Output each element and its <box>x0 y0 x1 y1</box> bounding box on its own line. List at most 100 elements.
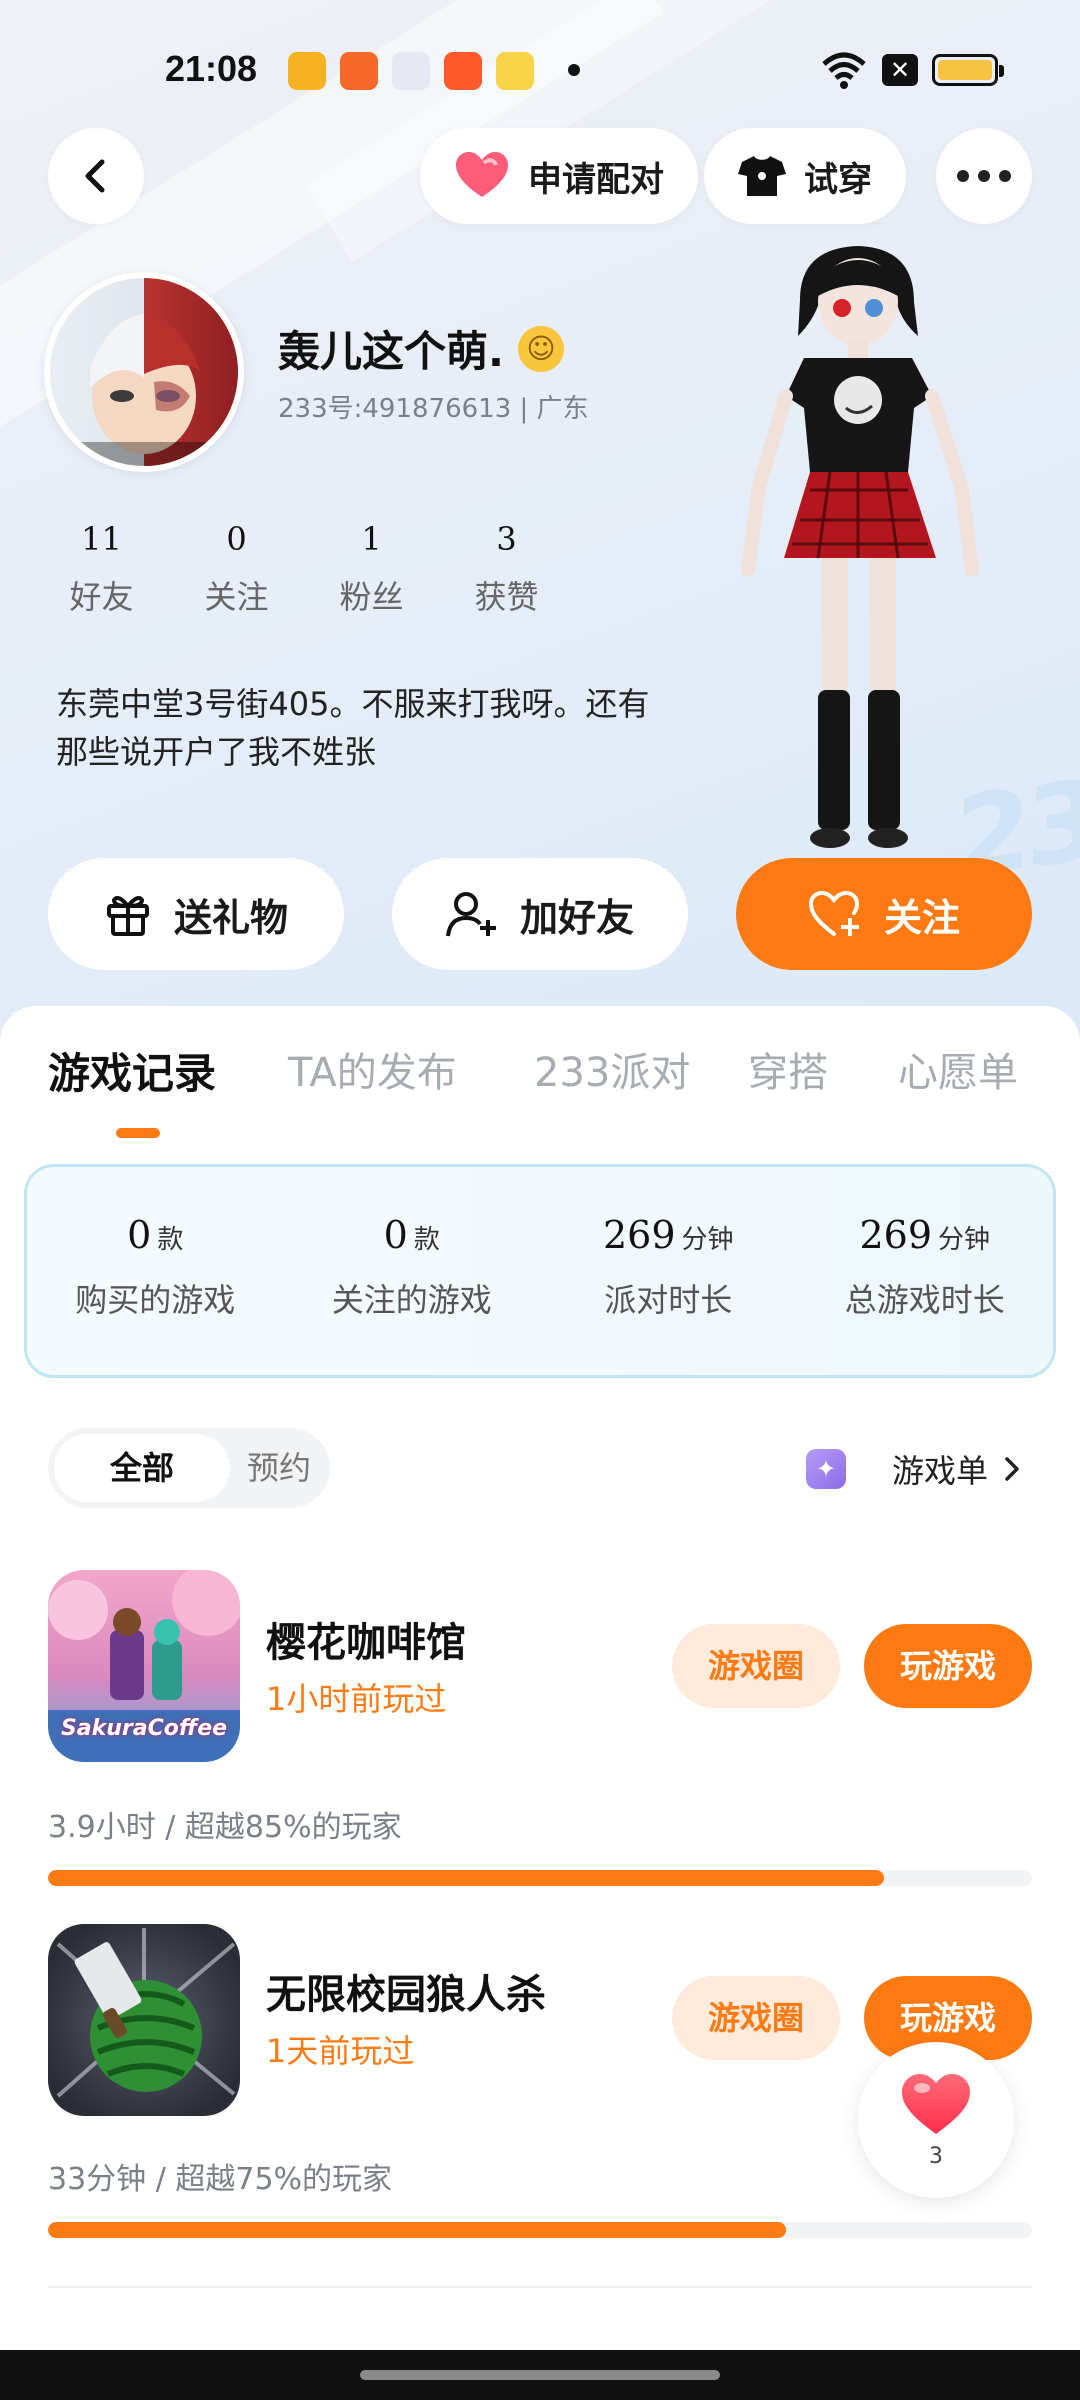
summary-followed-games[interactable]: 0款 关注的游戏 <box>284 1167 541 1375</box>
stat-number: 11 <box>81 520 122 558</box>
game-last-played: 1小时前玩过 <box>266 1680 447 1718</box>
add-friend-button[interactable]: 加好友 <box>392 858 688 970</box>
avatar-portrait <box>70 314 218 466</box>
add-user-icon <box>445 890 498 938</box>
follow-button[interactable]: 关注 <box>736 858 1032 970</box>
stat-friends[interactable]: 11 好友 <box>34 520 169 618</box>
tshirt-icon <box>738 154 786 198</box>
gift-icon <box>104 890 152 938</box>
filter-reserved[interactable]: 预约 <box>234 1434 324 1502</box>
game-progress-bar <box>48 1870 1032 1886</box>
play-game-button[interactable]: 玩游戏 <box>864 1624 1032 1708</box>
username-text: 轰儿这个萌. <box>278 327 504 376</box>
stat-fans[interactable]: 1 粉丝 <box>304 520 439 618</box>
stat-label: 好友 <box>69 578 134 616</box>
summary-total-playtime[interactable]: 269 分钟 总游戏时长 <box>797 1167 1054 1375</box>
wifi-icon <box>820 50 868 94</box>
stat-number: 0 <box>226 520 247 558</box>
stat-label: 获赞 <box>474 578 539 616</box>
user-avatar[interactable] <box>44 272 244 472</box>
tab-outfits[interactable]: 穿搭 <box>748 1040 828 1098</box>
game-name[interactable]: 樱花咖啡馆 <box>266 1610 466 1668</box>
game-playtime-stat: 33分钟 / 超越75%的玩家 <box>48 2162 393 2197</box>
stat-following[interactable]: 0 关注 <box>169 520 304 618</box>
add-friend-label: 加好友 <box>519 895 634 940</box>
game-list-label: 游戏单 <box>892 1452 989 1490</box>
stat-label: 粉丝 <box>339 578 404 616</box>
tab-wishlist[interactable]: 心愿单 <box>898 1040 1018 1098</box>
game-circle-button[interactable]: 游戏圈 <box>672 1976 840 2060</box>
summary-purchased-games[interactable]: 0款 购买的游戏 <box>27 1167 284 1375</box>
game-icon-text: SakuraCoffee <box>60 1716 228 1741</box>
like-count: 3 <box>929 2144 943 2169</box>
active-tab-indicator <box>116 1128 160 1138</box>
sim-off-icon: ✕ <box>882 54 918 86</box>
summary-value: 0 <box>383 1213 408 1257</box>
filter-all[interactable]: 全部 <box>54 1434 230 1502</box>
heart-icon <box>454 151 510 201</box>
game-icon-werewolf[interactable] <box>48 1924 240 2116</box>
summary-value: 269 <box>859 1213 932 1257</box>
status-time: 21:08 <box>165 48 258 89</box>
game-circle-button[interactable]: 游戏圈 <box>672 1624 840 1708</box>
username: 轰儿这个萌. ☺ <box>278 318 564 379</box>
summary-label: 关注的游戏 <box>331 1281 492 1319</box>
user-bio: 东莞中堂3号街405。不服来打我呀。还有 那些说开户了我不姓张 <box>56 680 716 776</box>
notification-app-icon <box>392 52 430 90</box>
user-id-location: 233号:491876613 | 广东 <box>278 394 589 424</box>
tab-233-party[interactable]: 233派对 <box>534 1040 690 1098</box>
apply-pair-button[interactable]: 申请配对 <box>420 128 698 224</box>
filter-segmented-control: 全部 预约 <box>48 1428 330 1508</box>
game-list-link[interactable]: ✦ 游戏单 <box>806 1442 1022 1496</box>
game-name[interactable]: 无限校园狼人杀 <box>266 1962 546 2020</box>
game-summary-card: 0款 购买的游戏 0款 关注的游戏 269 分钟 派对时长 269 分钟 总游戏时长 <box>24 1164 1056 1378</box>
tab-posts[interactable]: TA的发布 <box>288 1040 457 1098</box>
more-dots-icon <box>957 170 1011 182</box>
stat-label: 关注 <box>204 578 269 616</box>
smiling-face-emoji-icon: ☺ <box>517 325 564 372</box>
try-on-button[interactable]: 试穿 <box>704 128 906 224</box>
game-icon-sakura-coffee[interactable]: SakuraCoffee <box>48 1570 240 1762</box>
more-notifications-dot <box>568 64 580 76</box>
summary-unit: 款 <box>157 1225 184 1255</box>
send-gift-label: 送礼物 <box>173 895 288 940</box>
summary-label: 总游戏时长 <box>844 1281 1005 1319</box>
avatar-3d-character[interactable] <box>700 240 1020 860</box>
progress-fill <box>48 1870 885 1886</box>
stat-likes[interactable]: 3 获赞 <box>439 520 574 618</box>
notification-app-icon <box>444 52 482 90</box>
home-gesture-handle[interactable] <box>360 2370 720 2380</box>
stat-number: 1 <box>361 520 382 558</box>
notification-app-icon <box>340 52 378 90</box>
follow-label: 关注 <box>883 895 960 940</box>
notification-app-icon <box>288 52 326 90</box>
battery-icon <box>932 54 1004 86</box>
profile-tabs: 游戏记录 TA的发布 233派对 穿搭 心愿单 <box>0 1040 1080 1100</box>
send-gift-button[interactable]: 送礼物 <box>48 858 344 970</box>
tab-game-records[interactable]: 游戏记录 <box>48 1040 216 1101</box>
weibo-icon <box>496 52 534 90</box>
summary-party-duration[interactable]: 269 分钟 派对时长 <box>540 1167 797 1375</box>
summary-unit: 分钟 <box>938 1225 991 1255</box>
summary-value: 269 <box>602 1213 676 1257</box>
bio-line: 东莞中堂3号街405。不服来打我呀。还有 <box>56 685 650 723</box>
sparkle-icon: ✦ <box>806 1449 870 1489</box>
game-progress-bar <box>48 2222 1032 2238</box>
bio-line: 那些说开户了我不姓张 <box>56 733 377 771</box>
summary-label: 派对时长 <box>604 1281 733 1319</box>
chevron-right-icon <box>1002 1455 1022 1483</box>
summary-value: 0 <box>127 1213 152 1257</box>
game-last-played: 1天前玩过 <box>266 2032 415 2070</box>
summary-unit: 款 <box>413 1225 440 1255</box>
watermelon-knife-artwork <box>56 1928 236 2098</box>
back-button[interactable] <box>48 128 144 224</box>
summary-unit: 分钟 <box>681 1225 734 1255</box>
game-playtime-stat: 3.9小时 / 超越85%的玩家 <box>48 1810 402 1845</box>
system-navigation-bar <box>0 2350 1080 2400</box>
like-floating-button[interactable]: 3 <box>858 2042 1014 2198</box>
status-bar: 21:08 ✕ <box>0 40 1080 100</box>
heart-icon <box>902 2074 970 2134</box>
progress-fill <box>48 2222 786 2238</box>
more-button[interactable] <box>936 128 1032 224</box>
try-on-label: 试穿 <box>804 159 872 200</box>
